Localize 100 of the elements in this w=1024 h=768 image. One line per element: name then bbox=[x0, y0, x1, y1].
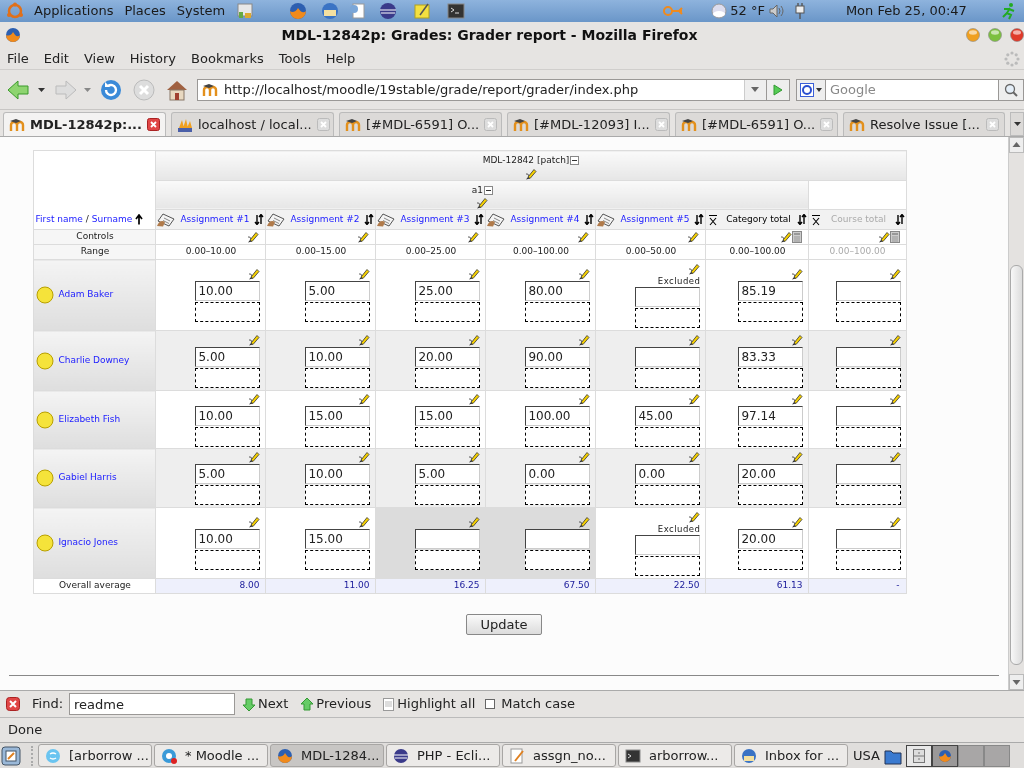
edit-icon[interactable] bbox=[687, 231, 700, 243]
search-button[interactable] bbox=[998, 78, 1024, 101]
feedback-field[interactable] bbox=[195, 302, 261, 322]
edit-icon[interactable] bbox=[476, 197, 489, 209]
grade-input[interactable] bbox=[415, 529, 481, 549]
edit-icon[interactable] bbox=[578, 392, 591, 405]
close-button[interactable] bbox=[1010, 28, 1024, 42]
edit-icon[interactable] bbox=[248, 451, 261, 463]
feedback-field[interactable] bbox=[635, 367, 701, 388]
find-field[interactable]: readme bbox=[69, 693, 235, 715]
edit-icon[interactable] bbox=[357, 231, 370, 243]
edit-icon[interactable] bbox=[358, 451, 371, 463]
grade-input[interactable]: 15.00 bbox=[415, 405, 481, 426]
feedback-field[interactable] bbox=[835, 426, 901, 447]
edit-icon[interactable] bbox=[877, 231, 890, 243]
column-sort-link[interactable]: First name bbox=[35, 212, 83, 226]
browser-tab[interactable]: Resolve Issue [... bbox=[842, 112, 1006, 136]
grade-input[interactable] bbox=[635, 286, 701, 307]
next-button[interactable]: Next bbox=[243, 694, 289, 714]
feedback-field[interactable] bbox=[305, 485, 371, 505]
feedback-field[interactable] bbox=[305, 302, 371, 322]
feedback-field[interactable] bbox=[738, 302, 804, 322]
search-engine-button[interactable] bbox=[796, 78, 826, 101]
sort-ascending-icon[interactable] bbox=[135, 213, 144, 225]
edit-icon[interactable] bbox=[358, 268, 371, 280]
feedback-field[interactable] bbox=[195, 367, 261, 388]
grade-input[interactable]: 10.00 bbox=[305, 464, 371, 484]
edit-icon[interactable] bbox=[688, 510, 701, 523]
edit-icon[interactable] bbox=[248, 268, 261, 280]
column-sort-link[interactable]: Surname bbox=[91, 212, 133, 226]
edit-icon[interactable] bbox=[468, 392, 481, 405]
close-icon[interactable] bbox=[6, 697, 20, 711]
grade-input[interactable]: 97.14 bbox=[738, 405, 804, 426]
feedback-field[interactable] bbox=[195, 426, 261, 447]
edit-icon[interactable] bbox=[468, 333, 481, 346]
panel-menu[interactable]: System bbox=[175, 1, 227, 21]
calculator-icon[interactable] bbox=[792, 231, 803, 243]
sphere-icon[interactable] bbox=[379, 2, 398, 20]
browser-tab[interactable]: [#MDL-12093] I... bbox=[506, 112, 670, 136]
panel-menu[interactable]: Places bbox=[123, 1, 167, 21]
grade-input[interactable]: 10.00 bbox=[195, 281, 261, 301]
workspace-button[interactable] bbox=[957, 744, 984, 767]
edit-icon[interactable] bbox=[578, 451, 591, 463]
edit-icon[interactable] bbox=[888, 392, 901, 405]
feedback-field[interactable] bbox=[835, 485, 901, 505]
edit-icon[interactable] bbox=[791, 392, 804, 405]
volume-icon[interactable] bbox=[767, 3, 784, 19]
grade-input[interactable]: 80.00 bbox=[525, 281, 591, 301]
search-field[interactable]: Google bbox=[826, 78, 998, 101]
browser-icon[interactable] bbox=[289, 2, 308, 20]
browser-icon[interactable] bbox=[5, 27, 21, 43]
menu-item[interactable]: Bookmarks bbox=[191, 48, 264, 69]
update-button[interactable]: Update bbox=[466, 614, 542, 635]
feedback-field[interactable] bbox=[415, 485, 481, 505]
browser-tab[interactable]: MDL-12842p:... bbox=[3, 112, 166, 136]
student-name-link[interactable]: Elizabeth Fish bbox=[58, 412, 121, 427]
feedback-field[interactable] bbox=[738, 550, 804, 570]
feedback-field[interactable] bbox=[525, 367, 591, 388]
grade-input[interactable]: 5.00 bbox=[195, 346, 261, 367]
grade-input[interactable]: 15.00 bbox=[305, 529, 371, 549]
highlight-all-button[interactable]: Highlight all bbox=[383, 694, 476, 714]
edit-icon[interactable] bbox=[888, 516, 901, 528]
student-name-link[interactable]: Gabiel Harris bbox=[58, 471, 117, 485]
grade-input[interactable] bbox=[835, 405, 901, 426]
feedback-field[interactable] bbox=[525, 550, 591, 570]
grade-input[interactable]: 100.00 bbox=[525, 405, 591, 426]
edit-icon[interactable] bbox=[791, 333, 804, 346]
feedback-field[interactable] bbox=[835, 550, 901, 570]
feedback-field[interactable] bbox=[305, 550, 371, 570]
grade-input[interactable] bbox=[835, 464, 901, 484]
grade-input[interactable] bbox=[835, 346, 901, 367]
edit-icon[interactable] bbox=[578, 268, 591, 280]
grade-input[interactable]: 20.00 bbox=[415, 346, 481, 367]
previous-button[interactable]: Previous bbox=[301, 694, 372, 714]
collapse-icon[interactable] bbox=[484, 185, 494, 195]
menu-item[interactable]: File bbox=[7, 48, 29, 69]
taskbar-button[interactable]: assgn_no... bbox=[502, 744, 616, 767]
scroll-down-button[interactable] bbox=[1009, 674, 1024, 690]
edit-icon[interactable] bbox=[688, 392, 701, 405]
document-icon[interactable] bbox=[349, 2, 368, 20]
grade-input[interactable]: 5.00 bbox=[305, 281, 371, 301]
grade-input[interactable]: 5.00 bbox=[195, 464, 261, 484]
collapse-icon[interactable] bbox=[570, 156, 580, 166]
grade-input[interactable]: 83.33 bbox=[738, 346, 804, 367]
feedback-field[interactable] bbox=[635, 307, 701, 328]
feedback-field[interactable] bbox=[415, 426, 481, 447]
taskbar-button[interactable]: [arborrow ... bbox=[38, 744, 152, 767]
taskbar-button[interactable]: arborrow... bbox=[618, 744, 732, 767]
sort-icon[interactable] bbox=[584, 214, 595, 225]
scroll-up-button[interactable] bbox=[1009, 137, 1024, 153]
grade-input[interactable]: 20.00 bbox=[738, 529, 804, 549]
edit-icon[interactable] bbox=[248, 392, 261, 405]
edit-icon[interactable] bbox=[688, 262, 701, 275]
edit-icon[interactable] bbox=[248, 333, 261, 346]
edit-icon[interactable] bbox=[358, 333, 371, 346]
feedback-field[interactable] bbox=[415, 367, 481, 388]
grade-input[interactable] bbox=[635, 534, 701, 555]
taskbar-button[interactable]: Inbox for ... bbox=[734, 744, 848, 767]
feedback-field[interactable] bbox=[738, 426, 804, 447]
feedback-field[interactable] bbox=[305, 426, 371, 447]
